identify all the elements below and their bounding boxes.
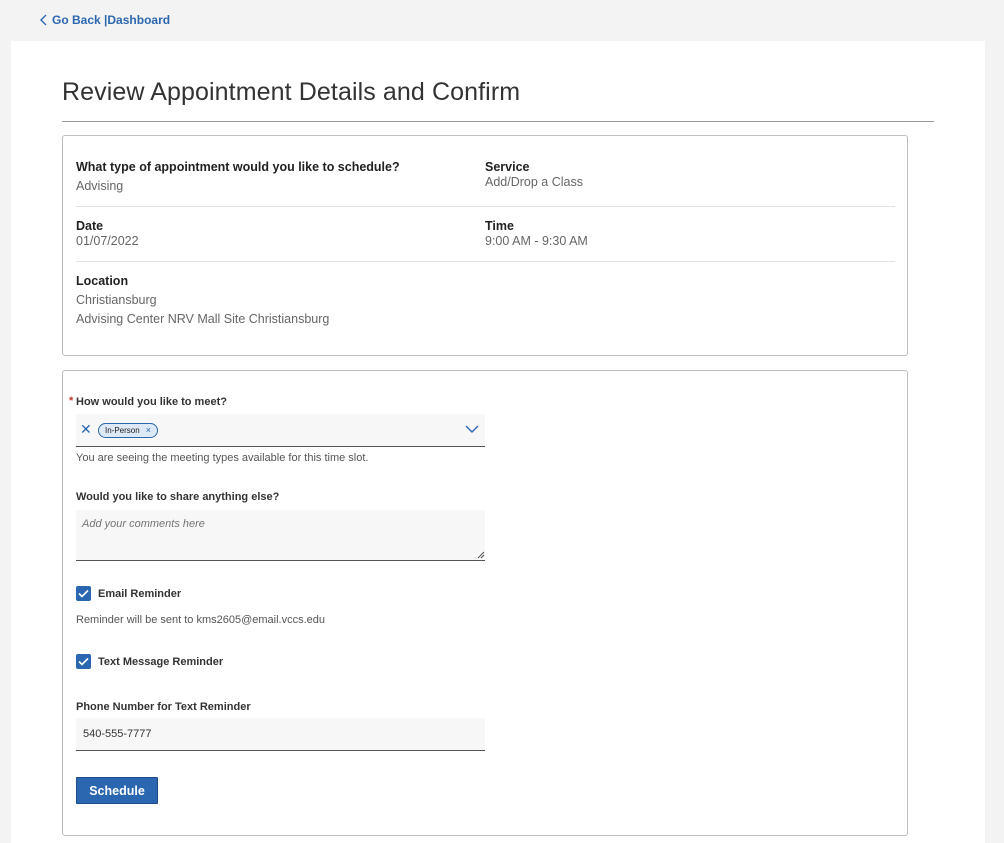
- appointment-type-value: Advising: [76, 179, 124, 193]
- phone-label: Phone Number for Text Reminder: [76, 701, 251, 713]
- summary-divider: [76, 206, 895, 207]
- page-title: Review Appointment Details and Confirm: [62, 78, 521, 106]
- summary-divider: [76, 261, 895, 262]
- location-line-2: Advising Center NRV Mall Site Christians…: [76, 312, 330, 326]
- resize-handle-icon[interactable]: [477, 551, 485, 559]
- appointment-summary-card: What type of appointment would you like …: [62, 135, 908, 356]
- service-value: Add/Drop a Class: [485, 175, 583, 189]
- clear-selection-icon[interactable]: ✕: [80, 421, 92, 438]
- comments-textarea[interactable]: [76, 510, 485, 561]
- remove-chip-icon[interactable]: ×: [146, 424, 151, 437]
- meet-type-select[interactable]: ✕ In-Person ×: [76, 414, 485, 447]
- email-reminder-help: Reminder will be sent to kms2605@email.v…: [76, 614, 325, 626]
- selected-chip: In-Person ×: [98, 423, 158, 438]
- main-panel: Review Appointment Details and Confirm W…: [11, 41, 985, 843]
- checkmark-icon: [78, 657, 89, 666]
- schedule-button[interactable]: Schedule: [76, 777, 158, 804]
- meet-type-help: You are seeing the meeting types availab…: [76, 452, 369, 464]
- email-reminder-label: Email Reminder: [98, 588, 182, 600]
- meet-type-label: * How would you like to meet?: [69, 395, 227, 408]
- share-label: Would you like to share anything else?: [76, 491, 280, 503]
- date-value: 01/07/2022: [76, 234, 139, 248]
- meet-type-label-text: How would you like to meet?: [76, 396, 227, 408]
- required-marker: *: [69, 395, 74, 407]
- phone-input[interactable]: [76, 718, 485, 751]
- title-divider: [62, 121, 934, 122]
- chevron-down-icon[interactable]: [465, 424, 479, 434]
- location-line-1: Christiansburg: [76, 293, 157, 307]
- chip-label: In-Person: [105, 426, 140, 435]
- meeting-options-card: * How would you like to meet? ✕ In-Perso…: [62, 370, 908, 836]
- appointment-type-label: What type of appointment would you like …: [76, 160, 400, 174]
- go-back-link[interactable]: Go Back |: [52, 13, 107, 27]
- dashboard-link[interactable]: Dashboard: [107, 13, 170, 27]
- text-reminder-label: Text Message Reminder: [98, 656, 224, 668]
- time-value: 9:00 AM - 9:30 AM: [485, 234, 588, 248]
- breadcrumb: Go Back | Dashboard: [38, 13, 170, 27]
- checkmark-icon: [78, 589, 89, 598]
- location-label: Location: [76, 274, 129, 288]
- email-reminder-checkbox[interactable]: [76, 586, 91, 601]
- chevron-left-icon[interactable]: [38, 13, 50, 27]
- text-reminder-checkbox[interactable]: [76, 654, 91, 669]
